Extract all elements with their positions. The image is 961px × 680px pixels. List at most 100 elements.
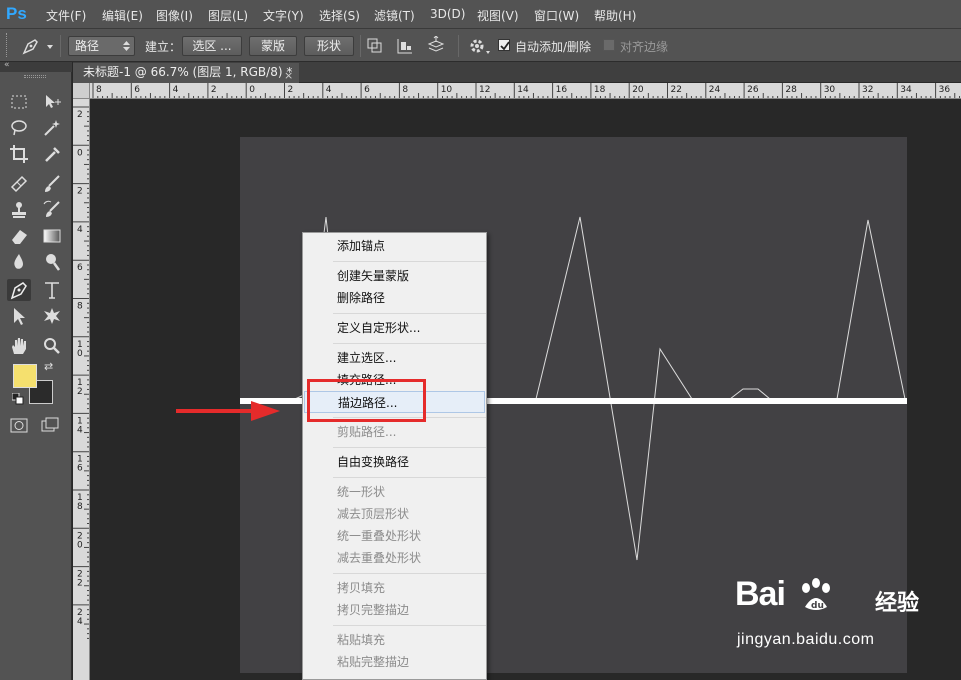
- tools-panel: « ⇄: [0, 60, 72, 680]
- ruler-label: 14: [517, 85, 529, 95]
- menu-create-vector-mask[interactable]: 创建矢量蒙版: [304, 265, 485, 287]
- blur-tool-icon[interactable]: [7, 251, 31, 273]
- hand-tool-icon[interactable]: [7, 335, 31, 357]
- menu-edit[interactable]: 编辑(E): [102, 7, 143, 24]
- ruler-label: 30: [824, 85, 836, 95]
- menu-free-transform-path[interactable]: 自由变换路径: [304, 451, 485, 473]
- menu-paste-complete-stroke[interactable]: 粘贴完整描边: [304, 651, 485, 673]
- menu-add-anchor[interactable]: 添加锚点: [304, 235, 485, 257]
- collapse-icon[interactable]: «: [4, 60, 10, 70]
- dodge-tool-icon[interactable]: [40, 251, 64, 273]
- screen-mode-icon[interactable]: [40, 417, 64, 435]
- make-selection-button[interactable]: 选区 ...: [182, 36, 242, 56]
- ruler-label: 24: [709, 85, 721, 95]
- zoom-tool-icon[interactable]: [40, 335, 64, 357]
- menu-separator: [333, 573, 486, 574]
- quick-mask-icon[interactable]: [9, 417, 31, 435]
- ruler-label: 36: [939, 85, 951, 95]
- move-tool-icon[interactable]: [40, 91, 64, 113]
- ruler-label: 2: [77, 187, 83, 197]
- ruler-label: 4: [173, 85, 179, 95]
- custom-shape-tool-icon[interactable]: [40, 305, 64, 327]
- marquee-tool-icon[interactable]: [7, 91, 31, 113]
- toolbox-grip: [24, 75, 46, 78]
- history-brush-tool-icon[interactable]: [40, 199, 64, 221]
- magic-wand-tool-icon[interactable]: [40, 117, 64, 139]
- menu-file[interactable]: 文件(F): [46, 7, 86, 24]
- ruler-label: 26: [747, 85, 759, 95]
- menu-filter[interactable]: 滤镜(T): [374, 7, 415, 24]
- ruler-label: 6: [134, 85, 140, 95]
- menu-subtract-overlapping-shapes[interactable]: 减去重叠处形状: [304, 547, 485, 569]
- ruler-label: 12: [479, 85, 490, 95]
- path-mode-select[interactable]: 路径: [68, 36, 135, 56]
- horizontal-ruler[interactable]: 8 6 4 2 0 2 4 6 8 10 12 14 16 18 20 22 24 26 28 30 32 34 36: [90, 83, 961, 99]
- document-tab[interactable]: 未标题-1 @ 66.7% (图层 1, RGB/8) * ×: [73, 63, 299, 83]
- ruler-label: 2: [77, 579, 83, 589]
- gear-icon[interactable]: [468, 37, 492, 57]
- menu-unify-overlapping-shapes[interactable]: 统一重叠处形状: [304, 525, 485, 547]
- menu-3d[interactable]: 3D(D): [430, 7, 465, 21]
- ruler-label: 6: [364, 85, 370, 95]
- type-tool-icon[interactable]: [40, 279, 64, 301]
- menu-help[interactable]: 帮助(H): [594, 7, 636, 24]
- eyedropper-tool-icon[interactable]: [40, 143, 64, 165]
- ruler-label: 22: [671, 85, 682, 95]
- align-edges-label: 对齐边缘: [620, 40, 669, 54]
- ruler-label: 10: [441, 85, 453, 95]
- pen-tool-preset-icon[interactable]: [20, 36, 56, 56]
- document-tab-bar: 未标题-1 @ 66.7% (图层 1, RGB/8) * ×: [73, 62, 961, 83]
- swap-colors-icon[interactable]: ⇄: [44, 360, 53, 373]
- healing-brush-tool-icon[interactable]: [7, 173, 31, 195]
- eraser-tool-icon[interactable]: [7, 225, 31, 247]
- options-separator: [360, 35, 361, 57]
- make-shape-button[interactable]: 形状: [304, 36, 354, 56]
- path-alignment-icon[interactable]: [396, 37, 414, 55]
- ruler-label: 2: [77, 387, 83, 397]
- annotation-arrow-icon: [176, 401, 280, 421]
- annotation-highlight-box: [307, 379, 426, 422]
- ruler-label: 0: [249, 85, 255, 95]
- ruler-label: 34: [900, 85, 912, 95]
- menu-image[interactable]: 图像(I): [156, 7, 193, 24]
- make-mask-button[interactable]: 蒙版: [249, 36, 297, 56]
- menu-copy-complete-stroke[interactable]: 拷贝完整描边: [304, 599, 485, 621]
- ruler-label: 16: [556, 85, 568, 95]
- ruler-label: 4: [77, 225, 83, 235]
- menu-delete-path[interactable]: 删除路径: [304, 287, 485, 309]
- svg-text:du: du: [811, 601, 824, 611]
- brush-tool-icon[interactable]: [40, 173, 64, 195]
- menu-define-custom-shape[interactable]: 定义自定形状...: [304, 317, 485, 339]
- menu-separator: [333, 343, 486, 344]
- menu-subtract-front-shape[interactable]: 减去顶层形状: [304, 503, 485, 525]
- lasso-tool-icon[interactable]: [7, 117, 31, 139]
- clone-stamp-tool-icon[interactable]: [7, 199, 31, 221]
- menu-copy-fill[interactable]: 拷贝填充: [304, 577, 485, 599]
- menu-clipping-path[interactable]: 剪贴路径...: [304, 421, 485, 443]
- path-arrangement-icon[interactable]: [426, 36, 448, 56]
- menu-select[interactable]: 选择(S): [319, 7, 360, 24]
- menu-view[interactable]: 视图(V): [477, 7, 519, 24]
- crop-tool-icon[interactable]: [7, 143, 31, 165]
- align-edges-checkbox[interactable]: [603, 39, 615, 51]
- menu-window[interactable]: 窗口(W): [534, 7, 579, 24]
- menu-unify-shapes[interactable]: 统一形状: [304, 481, 485, 503]
- baidu-jingyan-watermark: Bai du 经验 jingyan.baidu.com: [735, 575, 955, 675]
- vertical-ruler[interactable]: 2024681012141618202224: [73, 99, 90, 680]
- menu-separator: [333, 447, 486, 448]
- foreground-color-chip[interactable]: [13, 364, 37, 388]
- default-colors-icon[interactable]: [12, 393, 24, 405]
- gradient-tool-icon[interactable]: [40, 225, 64, 247]
- auto-add-delete-checkbox[interactable]: [498, 39, 510, 51]
- ruler-origin[interactable]: [73, 83, 90, 99]
- menu-paste-fill[interactable]: 粘贴填充: [304, 629, 485, 651]
- photoshop-window: Ps 文件(F) 编辑(E) 图像(I) 图层(L) 文字(Y) 选择(S) 滤…: [0, 0, 961, 680]
- context-menu: 添加锚点 创建矢量蒙版 删除路径 定义自定形状... 建立选区... 填充路径.…: [302, 232, 487, 680]
- menu-type[interactable]: 文字(Y): [263, 7, 304, 24]
- pen-tool-icon[interactable]: [7, 279, 31, 301]
- menu-make-selection[interactable]: 建立选区...: [304, 347, 485, 369]
- path-selection-tool-icon[interactable]: [7, 305, 31, 327]
- menu-layer[interactable]: 图层(L): [208, 7, 248, 24]
- watermark-brand-left: Bai: [735, 575, 786, 613]
- path-operations-icon[interactable]: [366, 37, 384, 55]
